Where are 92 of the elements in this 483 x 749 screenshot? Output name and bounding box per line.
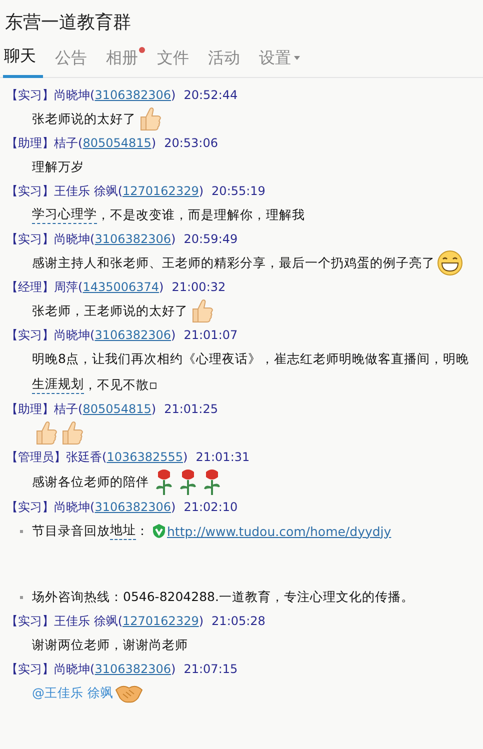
bullet-icon xyxy=(20,596,23,598)
role-tag: 【实习】 xyxy=(6,498,54,516)
role-tag: 【实习】 xyxy=(6,660,54,678)
sender-name-end: ) xyxy=(171,662,176,676)
thumbs-up-icon xyxy=(60,420,84,446)
message-time: 21:05:28 xyxy=(212,614,266,628)
sender-name-end: ) xyxy=(159,280,164,294)
keyword-link[interactable]: 生涯规划 xyxy=(32,376,84,394)
keyword-link[interactable]: 学习心理学 xyxy=(32,206,97,224)
message-text: 张老师，王老师说的太好了 xyxy=(32,302,188,320)
mention-link[interactable]: @王佳乐 徐飒 xyxy=(32,684,114,702)
qq-link[interactable]: 3106382306 xyxy=(94,88,172,102)
message-time: 21:01:07 xyxy=(184,328,238,342)
message-time: 21:07:15 xyxy=(184,662,238,676)
thumbs-up-icon xyxy=(34,420,58,446)
message-text: 感谢主持人和张老师、王老师的精彩分享，最后一个扔鸡蛋的例子亮了 xyxy=(32,254,435,272)
sender-name: 尚晓坤( xyxy=(54,86,95,104)
thumbs-up-icon xyxy=(138,106,162,132)
message-text: 谢谢两位老师，谢谢尚老师 xyxy=(32,636,188,654)
tab[interactable]: 活动 xyxy=(207,46,247,78)
message-time: 20:52:44 xyxy=(184,88,238,102)
thumbs-up-icon xyxy=(190,298,214,324)
sender-name: 张廷香( xyxy=(66,448,107,466)
sender-name: 尚晓坤( xyxy=(54,660,95,678)
sender-name-end: ) xyxy=(151,136,156,150)
qq-link[interactable]: 3106382306 xyxy=(94,662,172,676)
message-time: 20:59:49 xyxy=(184,232,238,246)
message-text: 明晚8点，让我们再次相约《心理夜话》，崔志红老师明晚做客直播间，明晚 xyxy=(32,350,469,368)
rose-icon xyxy=(179,468,197,496)
message-time: 20:55:19 xyxy=(212,184,266,198)
message-text: 张老师说的太好了 xyxy=(32,110,136,128)
role-tag: 【助理】 xyxy=(6,134,54,152)
sender-name: 周萍( xyxy=(54,278,83,296)
qq-link[interactable]: 3106382306 xyxy=(94,500,172,514)
qq-link[interactable]: 1435006374 xyxy=(82,280,160,294)
sender-name-end: ) xyxy=(171,88,176,102)
sender-name-end: ) xyxy=(198,184,204,198)
window-title: 东营一道教育群 xyxy=(4,11,132,35)
keyword-link[interactable]: 地址 xyxy=(110,522,136,540)
sender-name-end: ) xyxy=(171,500,176,514)
rose-icon xyxy=(155,468,173,496)
message-text: 节目录音回放 xyxy=(32,522,110,540)
bullet-icon xyxy=(20,530,23,532)
qq-link[interactable]: 1270162329 xyxy=(122,184,199,198)
role-tag: 【助理】 xyxy=(6,400,54,418)
message-time: 21:01:31 xyxy=(196,450,250,464)
message-text: ，不见不散▫ xyxy=(84,376,158,394)
sender-name: 王佳乐 徐飒( xyxy=(54,182,122,200)
qq-link[interactable]: 3106382306 xyxy=(94,328,172,342)
role-tag: 【实习】 xyxy=(6,326,54,344)
message-text: 场外咨询热线：0546-8204288.一道教育，专注心理文化的传播。 xyxy=(32,588,414,606)
message-time: 21:01:25 xyxy=(164,402,218,416)
sender-name-end: ) xyxy=(198,614,204,628)
sender-name-end: ) xyxy=(171,328,176,342)
qq-link[interactable]: 805054815 xyxy=(82,402,152,416)
tab[interactable]: 设置 xyxy=(258,46,307,78)
tab[interactable]: 公告 xyxy=(54,46,94,78)
url-link[interactable]: http://www.tudou.com/home/dyydjy xyxy=(167,524,392,538)
message-time: 21:02:10 xyxy=(184,500,238,514)
role-tag: 【实习】 xyxy=(6,612,54,630)
grinning-face-icon xyxy=(437,250,463,276)
qq-link[interactable]: 805054815 xyxy=(82,136,152,150)
sender-name: 尚晓坤( xyxy=(54,326,95,344)
qq-link[interactable]: 1270162329 xyxy=(122,614,199,628)
tab[interactable]: 文件 xyxy=(156,46,196,78)
sender-name: 尚晓坤( xyxy=(54,498,95,516)
message-text: 理解万岁 xyxy=(32,158,84,176)
rose-icon xyxy=(203,468,221,496)
sender-name-end: ) xyxy=(183,450,188,464)
message-text: ，不是改变谁，而是理解你，理解我 xyxy=(97,206,305,224)
sender-name-end: ) xyxy=(151,402,156,416)
role-tag: 【管理员】 xyxy=(6,448,66,466)
sender-name-end: ) xyxy=(171,232,176,246)
message-text: ： xyxy=(136,522,149,540)
sender-name: 王佳乐 徐飒( xyxy=(54,612,122,630)
role-tag: 【经理】 xyxy=(6,278,54,296)
tab[interactable]: 相册 xyxy=(105,46,145,78)
qq-link[interactable]: 3106382306 xyxy=(94,232,172,246)
verified-icon xyxy=(151,523,167,539)
message-time: 21:00:32 xyxy=(172,280,226,294)
sender-name: 桔子( xyxy=(54,400,83,418)
message-text: 感谢各位老师的陪伴 xyxy=(32,474,149,490)
notification-dot xyxy=(139,47,145,53)
role-tag: 【实习】 xyxy=(6,86,54,104)
qq-link[interactable]: 1036382555 xyxy=(106,450,184,464)
sender-name: 桔子( xyxy=(54,134,83,152)
message-time: 20:53:06 xyxy=(164,136,218,150)
caret-icon xyxy=(294,56,300,60)
sender-name: 尚晓坤( xyxy=(54,230,95,248)
tab[interactable]: 聊天 xyxy=(3,46,43,78)
role-tag: 【实习】 xyxy=(6,230,54,248)
role-tag: 【实习】 xyxy=(6,182,54,200)
